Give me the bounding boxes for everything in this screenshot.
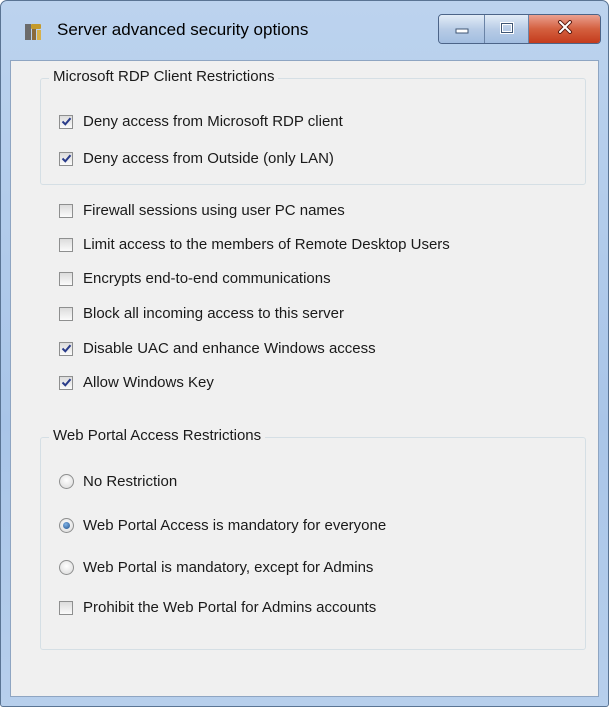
radio-no-restriction[interactable]: No Restriction: [59, 473, 177, 490]
checkbox-label: Allow Windows Key: [83, 374, 214, 391]
checkbox-firewall-sessions[interactable]: Firewall sessions using user PC names: [59, 202, 345, 219]
checkbox-disable-uac[interactable]: Disable UAC and enhance Windows access: [59, 340, 376, 357]
checkbox-label: Deny access from Microsoft RDP client: [83, 113, 343, 130]
minimize-icon: [455, 21, 469, 38]
maximize-icon: [499, 21, 514, 38]
checkbox-label: Disable UAC and enhance Windows access: [83, 340, 376, 357]
checkbox-block-incoming[interactable]: Block all incoming access to this server: [59, 305, 344, 322]
minimize-button[interactable]: [439, 15, 485, 43]
check-icon: [61, 117, 71, 126]
group-legend: Web Portal Access Restrictions: [49, 427, 266, 444]
close-button[interactable]: [529, 15, 600, 43]
dialog-window: Server advanced security options Microso…: [0, 0, 609, 707]
checkbox[interactable]: [59, 341, 73, 356]
checkbox[interactable]: [59, 203, 73, 218]
radio-mandatory-except-admins[interactable]: Web Portal is mandatory, except for Admi…: [59, 559, 373, 576]
checkbox-deny-outside[interactable]: Deny access from Outside (only LAN): [59, 150, 334, 167]
checkbox-encrypt[interactable]: Encrypts end-to-end communications: [59, 270, 331, 287]
check-icon: [61, 344, 71, 353]
checkbox-label: Block all incoming access to this server: [83, 305, 344, 322]
web-portal-group: Web Portal Access Restrictions: [40, 427, 586, 650]
radio-label: Web Portal Access is mandatory for every…: [83, 517, 387, 534]
check-icon: [61, 378, 71, 387]
close-icon: [557, 20, 573, 38]
checkbox-label: Deny access from Outside (only LAN): [83, 150, 334, 167]
checkbox-label: Prohibit the Web Portal for Admins accou…: [83, 599, 377, 616]
checkbox-label: Limit access to the members of Remote De…: [83, 236, 450, 253]
group-legend: Microsoft RDP Client Restrictions: [49, 68, 279, 85]
caption-buttons: [438, 14, 601, 44]
checkbox-label: Encrypts end-to-end communications: [83, 270, 331, 287]
checkbox-deny-rdp-client[interactable]: Deny access from Microsoft RDP client: [59, 113, 343, 130]
checkbox-allow-windows-key[interactable]: Allow Windows Key: [59, 374, 214, 391]
dialog-client-area: Microsoft RDP Client Restrictions Deny a…: [10, 60, 599, 697]
radio-label: No Restriction: [83, 473, 178, 490]
radio-selected-dot: [63, 522, 70, 529]
checkbox[interactable]: [59, 306, 73, 321]
rdp-restrictions-group: Microsoft RDP Client Restrictions: [40, 68, 586, 185]
radio-label: Web Portal is mandatory, except for Admi…: [83, 559, 374, 576]
title-bar[interactable]: Server advanced security options: [1, 1, 608, 59]
radio-button[interactable]: [59, 474, 74, 489]
tools-icon: [23, 22, 45, 42]
checkbox[interactable]: [59, 237, 73, 252]
checkbox[interactable]: [59, 375, 73, 390]
check-icon: [61, 154, 71, 163]
radio-button[interactable]: [59, 560, 74, 575]
checkbox[interactable]: [59, 600, 73, 615]
checkbox-prohibit-admin-portal[interactable]: Prohibit the Web Portal for Admins accou…: [59, 599, 376, 616]
window-title: Server advanced security options: [57, 20, 309, 39]
checkbox[interactable]: [59, 151, 73, 166]
checkbox-label: Firewall sessions using user PC names: [83, 202, 345, 219]
checkbox-limit-rdu[interactable]: Limit access to the members of Remote De…: [59, 236, 450, 253]
maximize-button[interactable]: [485, 15, 529, 43]
radio-mandatory-everyone[interactable]: Web Portal Access is mandatory for every…: [59, 517, 386, 534]
checkbox[interactable]: [59, 114, 73, 129]
checkbox[interactable]: [59, 271, 73, 286]
radio-button[interactable]: [59, 518, 74, 533]
